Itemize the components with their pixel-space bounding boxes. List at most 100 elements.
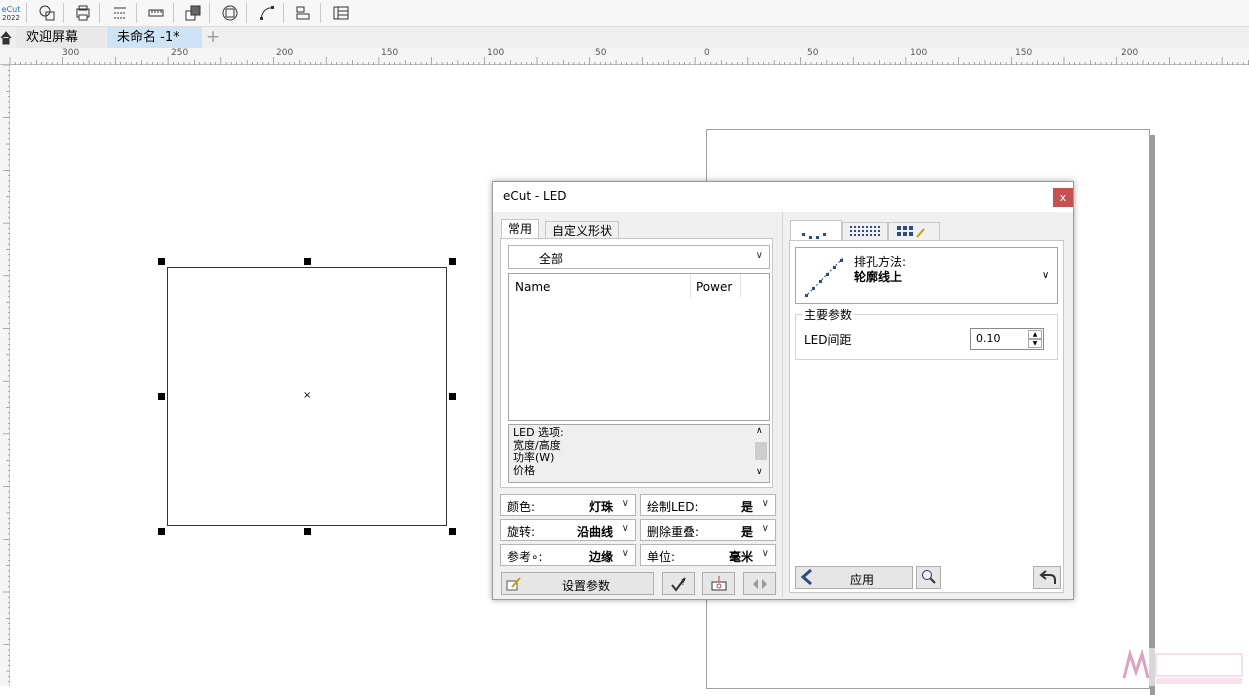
main-toolbar: eCut 2022 (0, 0, 1249, 27)
led-list[interactable]: Name Power (508, 273, 770, 421)
method-select[interactable]: 排孔方法: 轮廓线上 ∨ (795, 247, 1058, 304)
unit-value: 毫米 (728, 550, 753, 564)
tab-common-label: 常用 (508, 222, 533, 236)
price-button[interactable] (702, 572, 735, 595)
shapes-icon[interactable] (36, 2, 58, 24)
arrange-icon[interactable] (182, 2, 204, 24)
filter-select[interactable]: 全部 ∨ (508, 245, 770, 269)
curve-icon[interactable] (256, 2, 278, 24)
dialog-title: eCut - LED (503, 189, 567, 203)
tab-fill-pattern[interactable] (842, 222, 888, 240)
vertical-ruler (0, 64, 10, 686)
tab-custom-pattern[interactable] (888, 222, 940, 240)
rotation-select[interactable]: 旋转: 沿曲线 ∨ (500, 519, 636, 541)
pane-divider (782, 212, 783, 597)
led-option-power: 功率(W) (513, 451, 555, 464)
resize-handle[interactable] (158, 258, 165, 265)
spin-down-button[interactable]: ▼ (1028, 339, 1042, 348)
ruler-label: 250 (171, 48, 189, 58)
set-params-label: 设置参数 (562, 579, 611, 593)
set-params-button[interactable]: 设置参数 (501, 572, 654, 595)
resize-handle[interactable] (449, 528, 456, 535)
toolbar-separator (320, 3, 321, 23)
resize-handle[interactable] (304, 528, 311, 535)
main-params-title: 主要参数 (802, 306, 855, 323)
toggle-panel-button[interactable] (743, 572, 776, 595)
color-label: 颜色: (507, 500, 536, 514)
chevron-down-icon: ∨ (755, 250, 763, 261)
scroll-down-icon[interactable]: ∨ (756, 467, 763, 477)
resize-handle[interactable] (449, 393, 456, 400)
horizontal-ruler: 300 250 200 150 100 50 0 50 100 150 200 (0, 48, 1249, 65)
zoom-preview-button[interactable] (916, 566, 941, 589)
chevron-down-icon: ∨ (621, 523, 629, 534)
apply-label: 应用 (850, 573, 875, 587)
unit-label: 单位: (647, 550, 676, 564)
page-shadow (1150, 135, 1155, 695)
chevron-down-icon: ∨ (621, 548, 629, 559)
color-select[interactable]: 颜色: 灯珠 ∨ (500, 494, 636, 516)
draw-led-select[interactable]: 绘制LED: 是 ∨ (640, 494, 776, 516)
toolbar-separator (136, 3, 137, 23)
unit-select[interactable]: 单位: 毫米 ∨ (640, 544, 776, 566)
tab-untitled[interactable]: 未命名 -1* (107, 27, 202, 48)
led-dialog: eCut - LED x 常用 自定义形状 全部 ∨ Name Power LE… (492, 181, 1074, 600)
document-tab-bar: 欢迎屏幕 未命名 -1* + (0, 27, 1249, 48)
ruler-label: 150 (1015, 48, 1033, 58)
print-icon[interactable] (72, 2, 94, 24)
ruler-icon[interactable] (145, 2, 167, 24)
resize-handle[interactable] (449, 258, 456, 265)
led-spacing-input[interactable]: 0.10 ▲ ▼ (970, 328, 1044, 350)
remove-overlap-select[interactable]: 删除重叠: 是 ∨ (640, 519, 776, 541)
ruler-label: 100 (910, 48, 928, 58)
watermark-logo (1120, 648, 1248, 686)
reference-value: 边缘 (588, 550, 613, 564)
chevron-down-icon: ∨ (1042, 270, 1050, 281)
scroll-thumb[interactable] (755, 442, 767, 460)
undo-button[interactable] (1033, 566, 1061, 589)
close-button[interactable]: x (1053, 188, 1073, 207)
remove-overlap-value: 是 (740, 525, 753, 539)
ruler-label: 150 (381, 48, 399, 58)
led-options-title: LED 选项: (513, 426, 564, 439)
cut-icon[interactable] (109, 2, 131, 24)
home-icon[interactable] (0, 30, 12, 45)
tab-welcome[interactable]: 欢迎屏幕 (16, 27, 106, 48)
toolbar-separator (209, 3, 210, 23)
spin-up-button[interactable]: ▲ (1028, 330, 1042, 339)
svg-text:?: ? (681, 578, 685, 587)
column-divider (740, 274, 741, 298)
tab-custom-shape[interactable]: 自定义形状 (545, 221, 620, 238)
dialog-titlebar[interactable]: eCut - LED x (493, 182, 1073, 212)
resize-handle[interactable] (304, 258, 311, 265)
resize-handle[interactable] (158, 393, 165, 400)
ruler-label: 100 (487, 48, 505, 58)
scroll-up-icon[interactable]: ∧ (756, 426, 763, 436)
chevron-down-icon: ∨ (761, 548, 769, 559)
apply-button[interactable]: 应用 (795, 566, 913, 589)
toolbar-separator (99, 3, 100, 23)
check-help-button[interactable]: ? (662, 572, 695, 595)
chevron-down-icon: ∨ (761, 523, 769, 534)
edit-icon (506, 576, 522, 595)
method-value: 轮廓线上 (854, 270, 903, 284)
align-icon[interactable] (292, 2, 314, 24)
ecut-logo-icon[interactable]: eCut 2022 (0, 2, 22, 24)
tab-welcome-label: 欢迎屏幕 (26, 30, 79, 45)
led-option-price: 价格 (513, 463, 535, 477)
chevron-down-icon: ∨ (761, 498, 769, 509)
tab-outline-pattern[interactable] (790, 220, 842, 240)
resize-handle[interactable] (158, 528, 165, 535)
options-scrollbar[interactable]: ∧ ∨ (753, 425, 769, 482)
tab-common[interactable]: 常用 (501, 219, 540, 238)
reference-select[interactable]: 参考∘: 边缘 ∨ (500, 544, 636, 566)
toolbar-separator (173, 3, 174, 23)
add-tab-icon[interactable]: + (203, 27, 223, 48)
toolbar-separator (283, 3, 284, 23)
left-pane: 常用 自定义形状 全部 ∨ Name Power LED 选项: 宽度/高度 功… (499, 212, 776, 597)
panel-icon[interactable] (330, 2, 352, 24)
led-options-box: LED 选项: 宽度/高度 功率(W) 价格 ∧ ∨ (508, 424, 770, 483)
ruler-label: 0 (704, 48, 710, 58)
left-right-arrow-icon (752, 576, 768, 595)
weld-icon[interactable] (219, 2, 241, 24)
